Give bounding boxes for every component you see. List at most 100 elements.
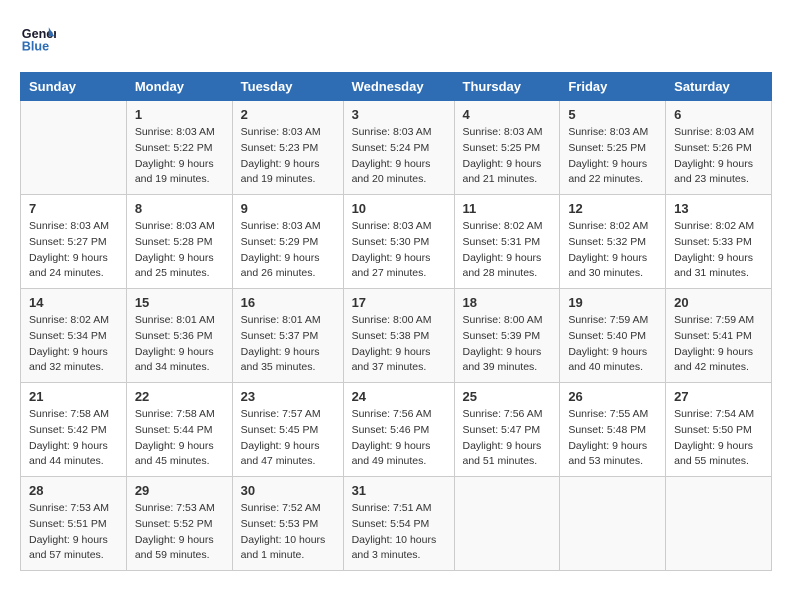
day-info: Sunrise: 8:03 AM Sunset: 5:25 PM Dayligh… (463, 125, 552, 188)
calendar-table: SundayMondayTuesdayWednesdayThursdayFrid… (20, 72, 772, 571)
day-number: 15 (135, 295, 224, 310)
day-number: 14 (29, 295, 118, 310)
calendar-cell: 18Sunrise: 8:00 AM Sunset: 5:39 PM Dayli… (454, 289, 560, 383)
calendar-cell: 13Sunrise: 8:02 AM Sunset: 5:33 PM Dayli… (666, 195, 772, 289)
calendar-cell (21, 101, 127, 195)
day-number: 3 (352, 107, 446, 122)
day-info: Sunrise: 8:03 AM Sunset: 5:30 PM Dayligh… (352, 219, 446, 282)
day-header-thursday: Thursday (454, 73, 560, 101)
day-number: 28 (29, 483, 118, 498)
day-info: Sunrise: 7:55 AM Sunset: 5:48 PM Dayligh… (568, 407, 657, 470)
day-info: Sunrise: 8:03 AM Sunset: 5:24 PM Dayligh… (352, 125, 446, 188)
day-info: Sunrise: 8:03 AM Sunset: 5:25 PM Dayligh… (568, 125, 657, 188)
calendar-cell (560, 477, 666, 571)
day-info: Sunrise: 7:57 AM Sunset: 5:45 PM Dayligh… (241, 407, 335, 470)
day-info: Sunrise: 8:03 AM Sunset: 5:28 PM Dayligh… (135, 219, 224, 282)
calendar-cell: 6 Sunrise: 8:03 AM Sunset: 5:26 PM Daylig… (666, 101, 772, 195)
day-number: 22 (135, 389, 224, 404)
day-info: Sunrise: 7:53 AM Sunset: 5:52 PM Dayligh… (135, 501, 224, 564)
calendar-cell: 28 Sunrise: 7:53 AM Sunset: 5:51 PM Dayli… (21, 477, 127, 571)
day-number: 18 (463, 295, 552, 310)
week-row-4: 21 Sunrise: 7:58 AM Sunset: 5:42 PM Dayli… (21, 383, 772, 477)
calendar-cell: 26 Sunrise: 7:55 AM Sunset: 5:48 PM Dayli… (560, 383, 666, 477)
calendar-cell (454, 477, 560, 571)
day-number: 13 (674, 201, 763, 216)
day-number: 23 (241, 389, 335, 404)
day-header-wednesday: Wednesday (343, 73, 454, 101)
day-info: Sunrise: 7:56 AM Sunset: 5:46 PM Dayligh… (352, 407, 446, 470)
calendar-cell: 31 Sunrise: 7:51 AM Sunset: 5:54 PM Dayli… (343, 477, 454, 571)
day-info: Sunrise: 7:58 AM Sunset: 5:44 PM Dayligh… (135, 407, 224, 470)
day-number: 17 (352, 295, 446, 310)
day-number: 1 (135, 107, 224, 122)
calendar-cell: 1 Sunrise: 8:03 AM Sunset: 5:22 PM Daylig… (126, 101, 232, 195)
day-number: 27 (674, 389, 763, 404)
day-number: 5 (568, 107, 657, 122)
calendar-cell: 16 Sunrise: 8:01 AM Sunset: 5:37 PM Dayli… (232, 289, 343, 383)
day-info: Sunrise: 7:59 AM Sunset: 5:41 PM Dayligh… (674, 313, 763, 376)
week-row-1: 1 Sunrise: 8:03 AM Sunset: 5:22 PM Daylig… (21, 101, 772, 195)
day-info: Sunrise: 8:02 AM Sunset: 5:32 PM Dayligh… (568, 219, 657, 282)
calendar-cell: 10 Sunrise: 8:03 AM Sunset: 5:30 PM Dayli… (343, 195, 454, 289)
page-header: General Blue (20, 20, 772, 56)
logo-icon: General Blue (20, 20, 56, 56)
day-number: 11 (463, 201, 552, 216)
day-info: Sunrise: 8:01 AM Sunset: 5:36 PM Dayligh… (135, 313, 224, 376)
calendar-cell: 3 Sunrise: 8:03 AM Sunset: 5:24 PM Daylig… (343, 101, 454, 195)
day-info: Sunrise: 7:54 AM Sunset: 5:50 PM Dayligh… (674, 407, 763, 470)
day-header-tuesday: Tuesday (232, 73, 343, 101)
day-info: Sunrise: 7:53 AM Sunset: 5:51 PM Dayligh… (29, 501, 118, 564)
week-row-3: 14 Sunrise: 8:02 AM Sunset: 5:34 PM Dayli… (21, 289, 772, 383)
svg-text:Blue: Blue (22, 40, 49, 54)
day-number: 9 (241, 201, 335, 216)
calendar-cell: 7 Sunrise: 8:03 AM Sunset: 5:27 PM Daylig… (21, 195, 127, 289)
day-number: 12 (568, 201, 657, 216)
day-info: Sunrise: 7:56 AM Sunset: 5:47 PM Dayligh… (463, 407, 552, 470)
calendar-cell: 8 Sunrise: 8:03 AM Sunset: 5:28 PM Daylig… (126, 195, 232, 289)
calendar-cell: 21 Sunrise: 7:58 AM Sunset: 5:42 PM Dayli… (21, 383, 127, 477)
day-info: Sunrise: 8:03 AM Sunset: 5:29 PM Dayligh… (241, 219, 335, 282)
calendar-cell: 29 Sunrise: 7:53 AM Sunset: 5:52 PM Dayli… (126, 477, 232, 571)
calendar-cell: 5 Sunrise: 8:03 AM Sunset: 5:25 PM Daylig… (560, 101, 666, 195)
calendar-cell: 20 Sunrise: 7:59 AM Sunset: 5:41 PM Dayli… (666, 289, 772, 383)
day-number: 8 (135, 201, 224, 216)
calendar-cell: 23 Sunrise: 7:57 AM Sunset: 5:45 PM Dayli… (232, 383, 343, 477)
day-info: Sunrise: 8:00 AM Sunset: 5:38 PM Dayligh… (352, 313, 446, 376)
day-number: 29 (135, 483, 224, 498)
day-header-monday: Monday (126, 73, 232, 101)
day-info: Sunrise: 7:51 AM Sunset: 5:54 PM Dayligh… (352, 501, 446, 564)
day-info: Sunrise: 8:02 AM Sunset: 5:34 PM Dayligh… (29, 313, 118, 376)
week-row-5: 28 Sunrise: 7:53 AM Sunset: 5:51 PM Dayli… (21, 477, 772, 571)
day-number: 10 (352, 201, 446, 216)
calendar-cell: 15 Sunrise: 8:01 AM Sunset: 5:36 PM Dayli… (126, 289, 232, 383)
header-row: SundayMondayTuesdayWednesdayThursdayFrid… (21, 73, 772, 101)
day-number: 31 (352, 483, 446, 498)
day-info: Sunrise: 8:02 AM Sunset: 5:31 PM Dayligh… (463, 219, 552, 282)
day-info: Sunrise: 8:03 AM Sunset: 5:23 PM Dayligh… (241, 125, 335, 188)
day-number: 26 (568, 389, 657, 404)
calendar-cell: 2 Sunrise: 8:03 AM Sunset: 5:23 PM Daylig… (232, 101, 343, 195)
day-number: 25 (463, 389, 552, 404)
day-info: Sunrise: 8:03 AM Sunset: 5:27 PM Dayligh… (29, 219, 118, 282)
day-number: 6 (674, 107, 763, 122)
day-number: 19 (568, 295, 657, 310)
calendar-cell (666, 477, 772, 571)
calendar-cell: 19 Sunrise: 7:59 AM Sunset: 5:40 PM Dayli… (560, 289, 666, 383)
calendar-cell: 27 Sunrise: 7:54 AM Sunset: 5:50 PM Dayli… (666, 383, 772, 477)
day-header-sunday: Sunday (21, 73, 127, 101)
day-info: Sunrise: 7:58 AM Sunset: 5:42 PM Dayligh… (29, 407, 118, 470)
day-number: 21 (29, 389, 118, 404)
day-number: 30 (241, 483, 335, 498)
day-number: 2 (241, 107, 335, 122)
day-number: 7 (29, 201, 118, 216)
calendar-cell: 25 Sunrise: 7:56 AM Sunset: 5:47 PM Dayli… (454, 383, 560, 477)
day-number: 16 (241, 295, 335, 310)
day-header-saturday: Saturday (666, 73, 772, 101)
calendar-cell: 4Sunrise: 8:03 AM Sunset: 5:25 PM Daylig… (454, 101, 560, 195)
day-number: 20 (674, 295, 763, 310)
day-info: Sunrise: 8:01 AM Sunset: 5:37 PM Dayligh… (241, 313, 335, 376)
calendar-cell: 30Sunrise: 7:52 AM Sunset: 5:53 PM Dayli… (232, 477, 343, 571)
day-info: Sunrise: 7:59 AM Sunset: 5:40 PM Dayligh… (568, 313, 657, 376)
day-info: Sunrise: 8:03 AM Sunset: 5:26 PM Dayligh… (674, 125, 763, 188)
day-info: Sunrise: 8:03 AM Sunset: 5:22 PM Dayligh… (135, 125, 224, 188)
